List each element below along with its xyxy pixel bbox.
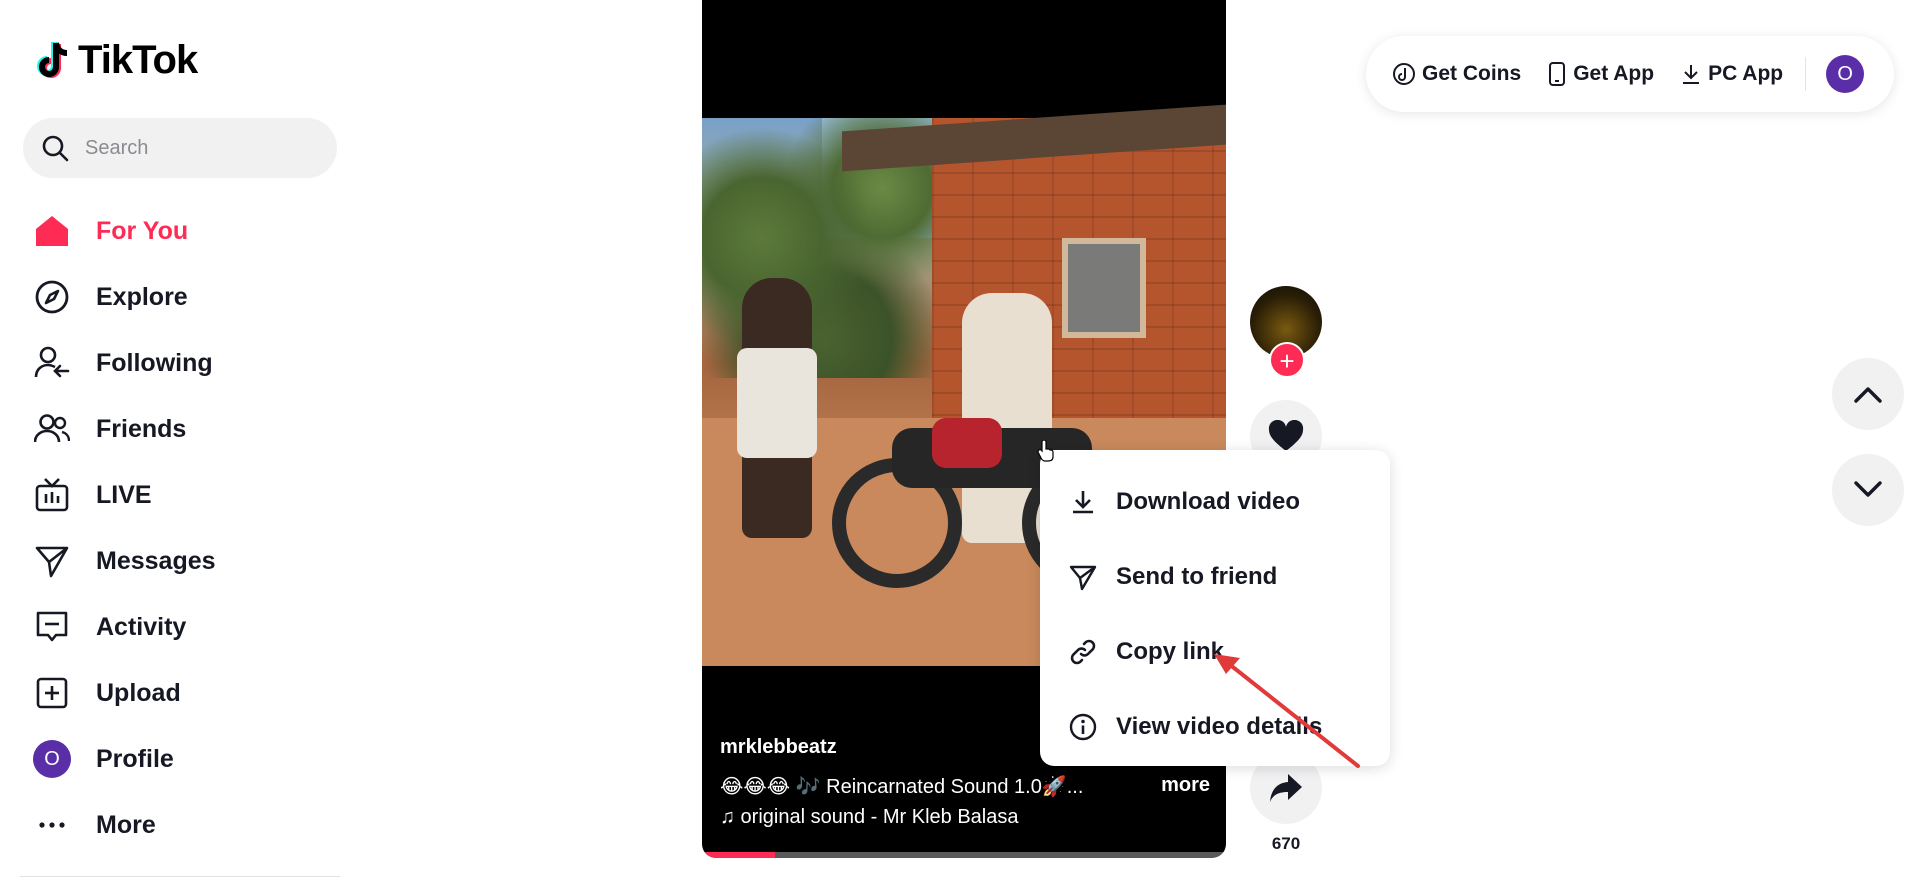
motorbike-tank [932, 418, 1002, 468]
avatar: O [33, 740, 71, 778]
tiktok-logo-icon [37, 41, 68, 78]
download-icon [1683, 65, 1700, 84]
main-nav: For You Explore Following Friends LIVE M… [32, 198, 332, 858]
live-icon [32, 475, 72, 515]
search-input[interactable] [83, 135, 313, 161]
brand-name: TikTok [78, 38, 198, 82]
nav-item-profile[interactable]: O Profile [32, 726, 332, 792]
nav-item-for-you[interactable]: For You [32, 198, 332, 264]
send-icon [1068, 562, 1098, 592]
get-coins-label: Get Coins [1422, 62, 1522, 85]
video-description-row: 😂😂😂 🎶 Reincarnated Sound 1.0🚀... more [720, 774, 1210, 799]
nav-item-live[interactable]: LIVE [32, 462, 332, 528]
tiktok-logo[interactable]: TikTok [34, 38, 198, 83]
nav-item-upload[interactable]: Upload [32, 660, 332, 726]
get-app-button[interactable]: Get App [1547, 62, 1654, 86]
menu-item-send-to-friend[interactable]: Send to friend [1040, 539, 1390, 614]
nav-label: LIVE [96, 480, 152, 509]
nav-label: More [96, 810, 156, 839]
nav-label: Friends [96, 414, 187, 443]
nav-label: Profile [96, 744, 174, 773]
menu-label: Send to friend [1116, 562, 1278, 590]
nav-label: Following [96, 348, 213, 377]
search-bar[interactable] [23, 118, 337, 178]
nav-item-more[interactable]: More [32, 792, 332, 858]
hand-cursor-icon [1037, 440, 1054, 462]
video-scene-dress [737, 348, 817, 458]
link-icon [1068, 637, 1098, 667]
menu-label: Download video [1116, 487, 1301, 515]
video-sound[interactable]: ♫ original sound - Mr Kleb Balasa [720, 806, 1018, 829]
sidebar: TikTok For You Explore Following [0, 0, 345, 878]
menu-item-download-video[interactable]: Download video [1040, 464, 1390, 539]
share-count: 670 [1271, 834, 1301, 853]
share-icon [1270, 774, 1302, 802]
activity-icon [32, 607, 72, 647]
get-coins-button[interactable]: Get Coins [1392, 62, 1521, 86]
sidebar-divider [20, 876, 340, 877]
phone-icon [1549, 62, 1566, 86]
follow-button[interactable]: + [1269, 342, 1305, 378]
nav-label: Explore [96, 282, 188, 311]
search-icon [42, 135, 69, 162]
messages-icon [32, 541, 72, 581]
nav-label: Upload [96, 678, 181, 707]
friends-icon [32, 409, 72, 449]
heart-icon [1268, 420, 1304, 451]
nav-item-friends[interactable]: Friends [32, 396, 332, 462]
nav-label: Messages [96, 546, 216, 575]
avatar[interactable]: O [1826, 55, 1865, 93]
info-icon [1068, 712, 1098, 742]
nav-label: For You [96, 216, 189, 245]
more-icon [32, 805, 72, 845]
upload-icon [32, 673, 72, 713]
header-divider [1805, 57, 1807, 91]
home-icon [32, 211, 72, 251]
menu-label: Copy link [1116, 637, 1225, 665]
header-actions: Get Coins Get App PC App O [1366, 36, 1894, 112]
following-icon [32, 343, 72, 383]
video-description: 😂😂😂 🎶 Reincarnated Sound 1.0🚀... [720, 776, 1084, 798]
download-icon [1068, 487, 1098, 517]
chevron-down-icon [1854, 481, 1882, 497]
previous-video-button[interactable] [1832, 358, 1904, 430]
nav-label: Activity [96, 612, 187, 641]
get-app-label: Get App [1573, 62, 1655, 85]
video-username[interactable]: mrklebbeatz [720, 736, 837, 759]
chevron-up-icon [1854, 387, 1882, 403]
nav-item-explore[interactable]: Explore [32, 264, 332, 330]
annotation-arrow-icon [1214, 654, 1360, 768]
video-progress-bar[interactable] [702, 852, 1226, 858]
compass-icon [32, 277, 72, 317]
nav-item-messages[interactable]: Messages [32, 528, 332, 594]
more-link[interactable]: more [1161, 774, 1210, 799]
next-video-button[interactable] [1832, 454, 1904, 526]
profile-icon-slot: O [32, 739, 72, 779]
nav-item-following[interactable]: Following [32, 330, 332, 396]
video-progress-fill [702, 852, 776, 858]
nav-item-activity[interactable]: Activity [32, 594, 332, 660]
video-scene-window [1062, 238, 1146, 338]
pc-app-label: PC App [1708, 62, 1784, 85]
pc-app-button[interactable]: PC App [1680, 62, 1783, 86]
coin-icon [1393, 63, 1415, 85]
